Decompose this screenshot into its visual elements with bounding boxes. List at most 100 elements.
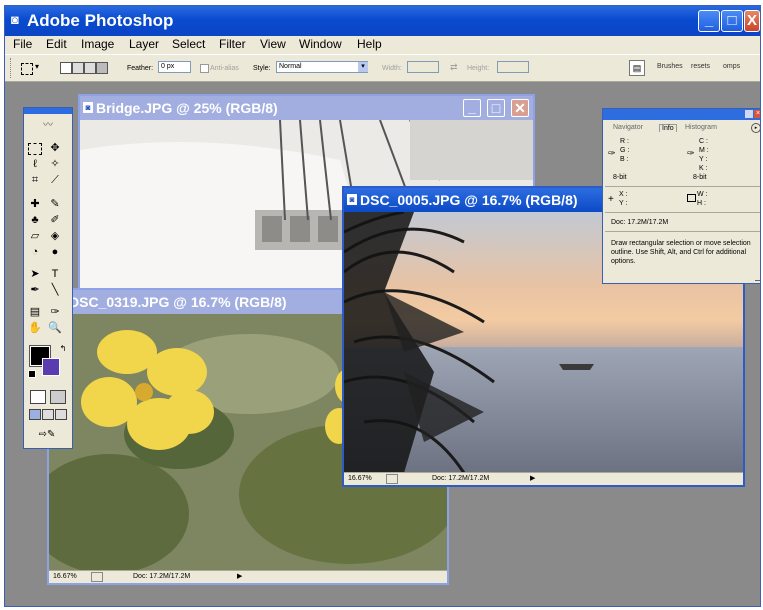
crosshair-icon: + (608, 194, 614, 205)
chevron-down-icon[interactable]: ▾ (35, 62, 39, 71)
info-palette: × Navigator Info Histogram ▸ ✑ R : G : B… (602, 108, 760, 284)
zoom-level[interactable]: 16.67% (53, 571, 77, 582)
slice-icon[interactable]: ⟋ (48, 173, 62, 187)
background-color-swatch[interactable] (42, 358, 60, 376)
magic-wand-icon[interactable]: ✧ (48, 157, 62, 171)
width-input[interactable] (407, 61, 439, 73)
toolbox-title-bar[interactable] (24, 108, 72, 114)
feather-logo-icon[interactable]: 〰 (27, 119, 69, 133)
menu-image[interactable]: Image (81, 37, 114, 51)
history-brush-icon[interactable]: ✐ (48, 213, 62, 227)
status-bar: 16.67% Doc: 17.2M/17.2M ▶ (49, 570, 447, 583)
subtract-selection-icon[interactable] (84, 62, 96, 74)
menu-file[interactable]: File (13, 37, 32, 51)
line-icon[interactable]: ╲ (48, 283, 62, 297)
w-label: W : (697, 191, 708, 198)
tab-navigator[interactable]: Navigator (613, 124, 643, 131)
feather-input[interactable]: 0 px (158, 61, 191, 73)
move-icon[interactable]: ✥ (48, 141, 62, 155)
default-colors-icon[interactable] (28, 370, 36, 378)
minimize-icon[interactable] (745, 110, 753, 118)
status-nav-icon[interactable] (91, 572, 103, 582)
type-icon[interactable]: T (48, 267, 62, 281)
document-title: Bridge.JPG @ 25% (RGB/8) (96, 100, 278, 116)
screen-mode-full-icon[interactable] (55, 409, 67, 420)
menu-help[interactable]: Help (357, 37, 382, 51)
zoom-icon[interactable]: 🔍 (48, 321, 62, 335)
crop-icon[interactable]: ⌗ (28, 173, 42, 187)
dodge-icon[interactable]: ● (48, 245, 62, 259)
lasso-icon[interactable]: ℓ (28, 157, 42, 171)
screen-mode-full-menu-icon[interactable] (42, 409, 54, 420)
marquee-preset-icon[interactable] (21, 63, 33, 75)
menu-view[interactable]: View (260, 37, 286, 51)
standard-mode-icon[interactable] (30, 390, 46, 404)
document-icon: ◙ (347, 194, 357, 205)
y-coord-label: Y : (619, 200, 628, 207)
tab-histogram[interactable]: Histogram (685, 124, 717, 131)
brush-icon[interactable]: ✎ (48, 197, 62, 211)
close-icon[interactable]: ✕ (511, 99, 529, 117)
menu-layer[interactable]: Layer (129, 37, 159, 51)
tab-info[interactable]: Info (659, 124, 677, 132)
gripper[interactable] (10, 58, 14, 78)
palette-title-bar[interactable]: × (603, 109, 760, 120)
k-label: K : (699, 165, 708, 172)
paint-bucket-icon[interactable]: ◈ (48, 229, 62, 243)
status-arrow-icon[interactable]: ▶ (530, 473, 535, 484)
tool-help-text: Draw rectangular selection or move selec… (611, 240, 751, 265)
eyedropper-icon: ✑ (608, 148, 616, 158)
menu-window[interactable]: Window (299, 37, 342, 51)
tab-layer-comps[interactable]: omps (723, 63, 740, 70)
maximize-button[interactable]: □ (721, 10, 743, 32)
palette-well-icon[interactable]: ▤ (629, 60, 645, 76)
zoom-level[interactable]: 16.67% (348, 473, 372, 484)
rect-marquee-icon[interactable] (28, 143, 42, 155)
eyedropper-icon[interactable]: ✑ (48, 305, 62, 319)
divider (605, 186, 760, 187)
minimize-button[interactable]: _ (698, 10, 720, 32)
quickmask-mode-icon[interactable] (50, 390, 66, 404)
document-title-bar[interactable]: ◙ Bridge.JPG @ 25% (RGB/8) _ □ ✕ (80, 96, 533, 120)
menu-edit[interactable]: Edit (46, 37, 67, 51)
add-selection-icon[interactable] (72, 62, 84, 74)
close-icon[interactable]: × (754, 110, 760, 118)
tab-tool-presets[interactable]: resets (691, 63, 710, 70)
chevron-down-icon[interactable]: ▾ (358, 62, 368, 72)
doc-size: Doc: 17.2M/17.2M (133, 573, 191, 580)
height-input[interactable] (497, 61, 529, 73)
status-arrow-icon[interactable]: ▶ (237, 571, 242, 582)
jump-to-imageready-icon[interactable]: ⇨✎ (32, 428, 62, 442)
path-select-icon[interactable]: ➤ (28, 267, 42, 281)
antialias-checkbox[interactable] (200, 64, 209, 73)
blur-icon[interactable]: ◔ (28, 245, 42, 259)
close-button[interactable]: X (744, 10, 760, 32)
hand-icon[interactable]: ✋ (28, 321, 42, 335)
maximize-icon[interactable]: □ (487, 99, 505, 117)
bit-depth-right: 8-bit (693, 174, 707, 181)
menu-filter[interactable]: Filter (219, 37, 246, 51)
swap-colors-icon[interactable]: ↰ (56, 342, 70, 356)
status-nav-icon[interactable] (386, 474, 398, 484)
clone-stamp-icon[interactable]: ♣ (28, 213, 42, 227)
swap-icon[interactable]: ⇄ (450, 62, 458, 73)
eraser-icon[interactable]: ▱ (28, 229, 42, 243)
document-title: DSC_0005.JPG @ 16.7% (RGB/8) (360, 192, 578, 208)
feather-label: Feather: (127, 65, 154, 72)
style-select[interactable]: Normal (276, 61, 368, 73)
notes-icon[interactable]: ▤ (28, 305, 42, 319)
tab-brushes[interactable]: Brushes (657, 63, 683, 70)
pen-icon[interactable]: ✒ (28, 283, 42, 297)
healing-brush-icon[interactable]: ✚ (28, 197, 42, 211)
doc-size: Doc: 17.2M/17.2M (611, 219, 669, 226)
minimize-icon[interactable]: _ (463, 99, 481, 117)
palette-menu-icon[interactable]: ▸ (751, 123, 760, 133)
screen-mode-standard-icon[interactable] (29, 409, 41, 420)
intersect-selection-icon[interactable] (96, 62, 108, 74)
new-selection-icon[interactable] (60, 62, 72, 74)
doc-size: Doc: 17.2M/17.2M (432, 475, 490, 482)
menu-select[interactable]: Select (172, 37, 205, 51)
photoshop-logo-icon: ◙ (11, 12, 19, 27)
y-label: Y : (699, 156, 708, 163)
resize-grip[interactable] (755, 275, 760, 281)
